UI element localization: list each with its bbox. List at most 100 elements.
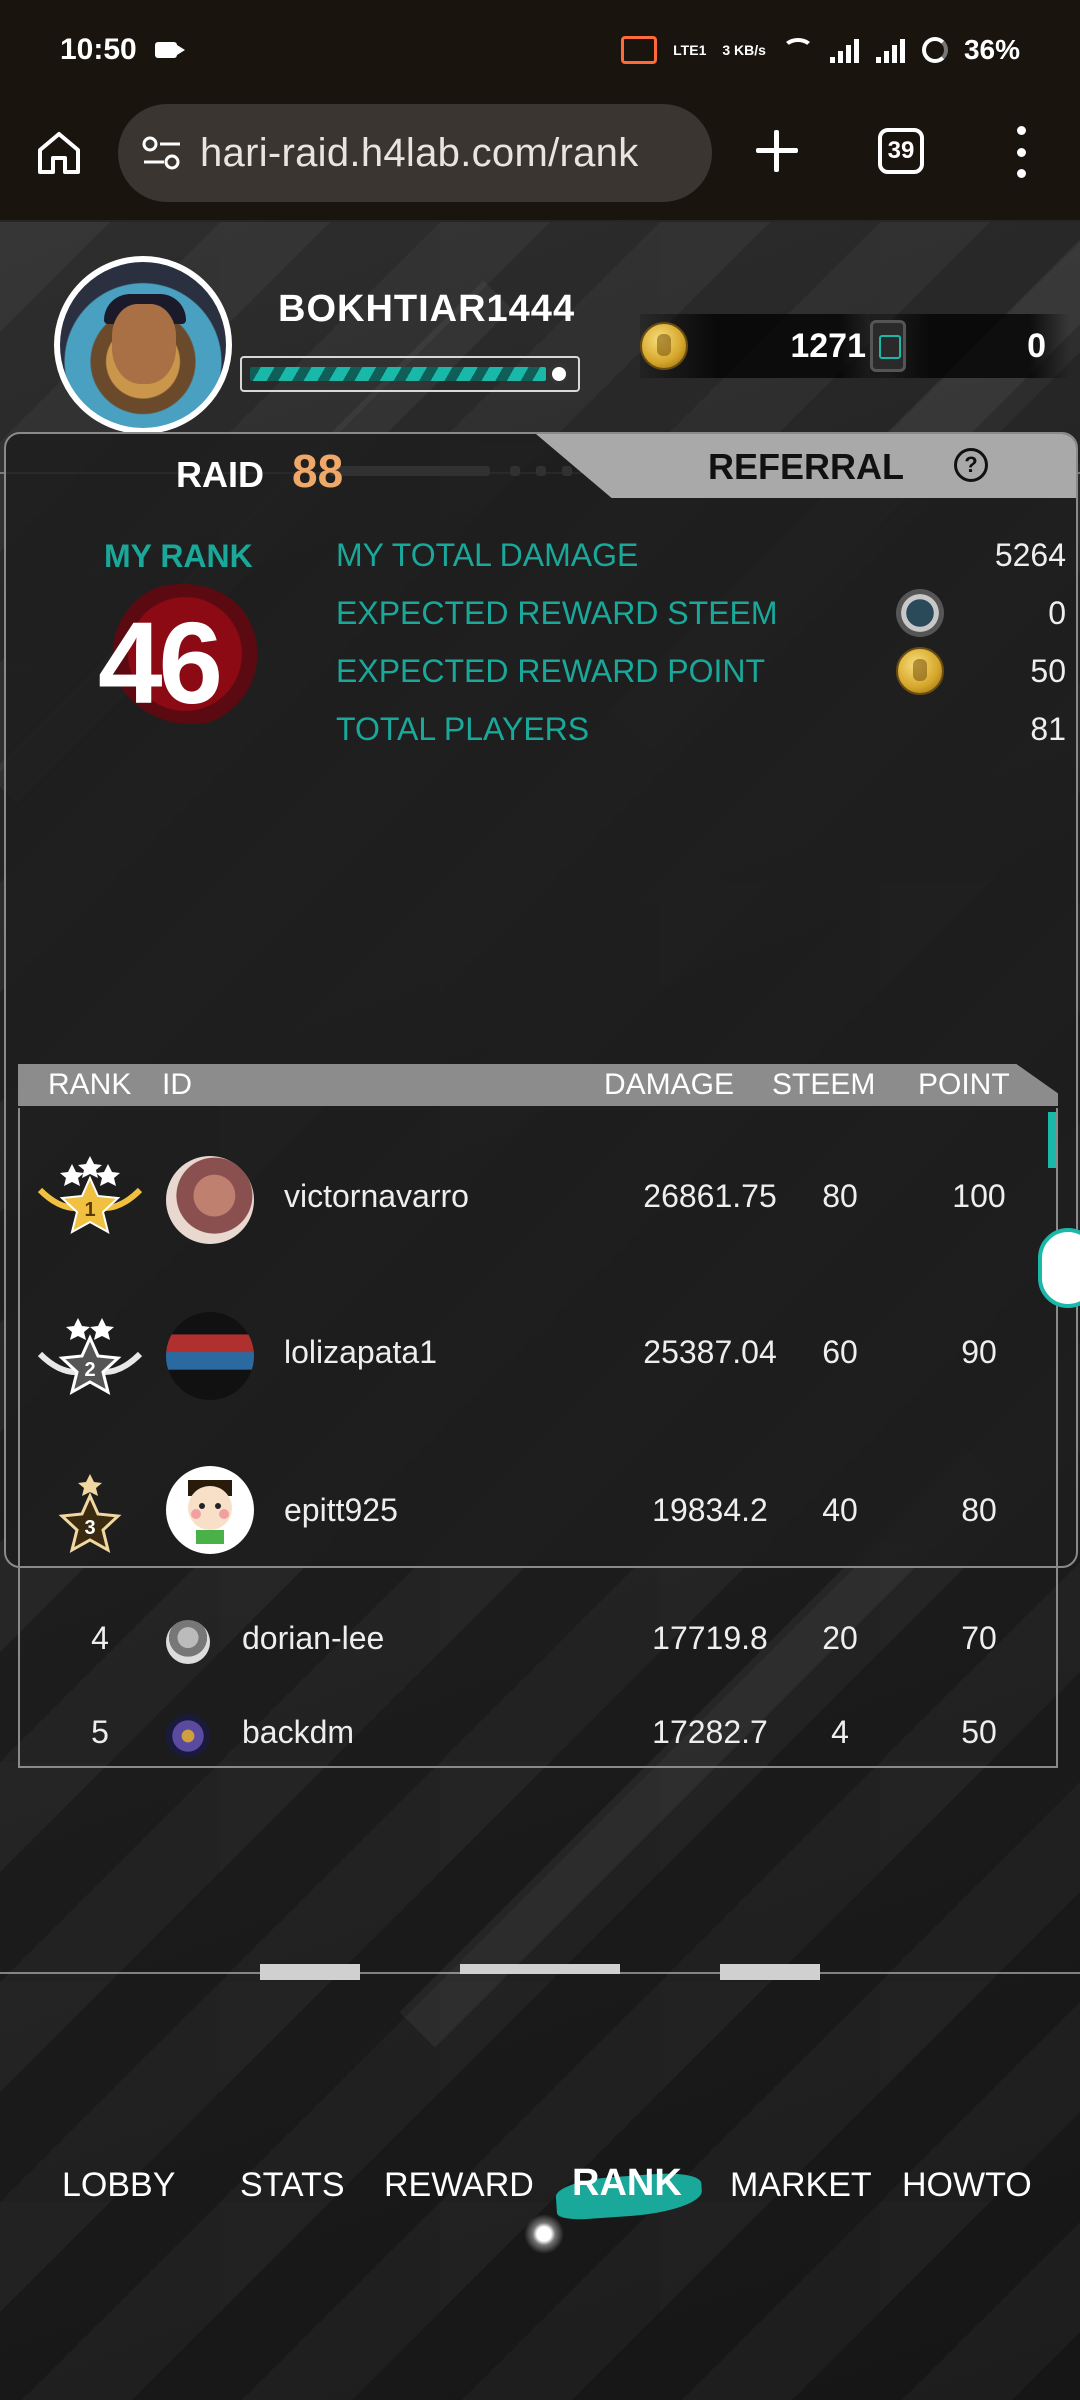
nav-stats[interactable]: STATS	[240, 2166, 345, 2205]
site-settings-icon[interactable]	[140, 135, 184, 171]
player-damage: 26861.75	[643, 1178, 777, 1214]
steem-icon	[896, 589, 944, 637]
player-point: 100	[952, 1178, 1006, 1214]
new-tab-icon[interactable]	[752, 126, 802, 176]
leaderboard-header: RANK ID DAMAGE STEEM POINT	[18, 1064, 1058, 1106]
player-avatar-small[interactable]	[166, 1466, 254, 1554]
player-avatar[interactable]	[54, 256, 232, 434]
leaderboard-table[interactable]: 1 victornavarro 26861.75 80 100 2 loliza…	[18, 1108, 1058, 1768]
mascot-icon[interactable]	[1038, 1228, 1080, 1308]
ticket-count: 0	[1027, 326, 1046, 365]
network-type: LTE1	[673, 42, 707, 58]
signal-icon	[829, 37, 860, 63]
player-damage: 17719.8	[652, 1620, 768, 1656]
player-damage: 25387.04	[643, 1334, 777, 1370]
status-icons: LTE1 3 KB/s 36%	[621, 34, 1020, 66]
clock: 10:50	[60, 33, 137, 66]
nav-rank[interactable]: RANK	[572, 2162, 682, 2205]
col-steem: STEEM	[772, 1068, 876, 1101]
player-id[interactable]: epitt925	[284, 1492, 398, 1529]
more-menu-icon[interactable]	[1006, 126, 1036, 178]
help-icon[interactable]: ?	[954, 448, 988, 482]
stat-label: MY TOTAL DAMAGE	[336, 536, 639, 573]
player-avatar-small[interactable]	[166, 1312, 254, 1400]
raid-number: 88	[292, 445, 344, 497]
player-steem: 20	[822, 1620, 858, 1656]
home-icon[interactable]	[34, 128, 84, 178]
browser-toolbar: hari-raid.h4lab.com/rank 39	[0, 100, 1080, 222]
col-point: POINT	[918, 1068, 1010, 1101]
rank-number: 4	[91, 1620, 109, 1656]
stat-reward-point: EXPECTED REWARD POINT 50	[336, 646, 1066, 696]
tab-raid-label: RAID	[176, 454, 264, 495]
network-speed: 3 KB/s	[722, 42, 766, 58]
player-id[interactable]: lolizapata1	[284, 1334, 437, 1371]
player-username: BOKHTIAR1444	[278, 288, 576, 330]
nav-market[interactable]: MARKET	[730, 2166, 872, 2205]
tab-raid[interactable]: RAID 88	[176, 444, 343, 498]
stat-label: TOTAL PLAYERS	[336, 710, 590, 747]
player-id[interactable]: dorian-lee	[242, 1620, 384, 1657]
nav-reward[interactable]: REWARD	[384, 2166, 534, 2205]
nav-howto[interactable]: HOWTO	[902, 2166, 1032, 2205]
address-bar[interactable]: hari-raid.h4lab.com/rank	[118, 104, 712, 202]
coin-icon	[896, 647, 944, 695]
table-row[interactable]: 4 dorian-lee 17719.8 20 70	[20, 1608, 1056, 1678]
tab-referral-label: REFERRAL	[708, 446, 904, 487]
battery-percent: 36%	[963, 34, 1020, 65]
cast-icon	[621, 36, 658, 64]
xp-bar-knob	[548, 363, 570, 385]
url-text[interactable]: hari-raid.h4lab.com/rank	[200, 131, 639, 176]
player-steem: 40	[822, 1492, 858, 1528]
bottom-nav: LOBBY STATS REWARD RANK MARKET HOWTO	[0, 2162, 1080, 2230]
player-damage: 19834.2	[652, 1492, 768, 1528]
player-id[interactable]: victornavarro	[284, 1178, 469, 1215]
table-row[interactable]: 5 backdm 17282.7 4 50	[20, 1700, 1056, 1760]
svg-text:1: 1	[84, 1199, 95, 1221]
my-rank-value: 46	[98, 598, 223, 728]
coin-icon	[640, 322, 688, 370]
player-damage: 17282.7	[652, 1714, 768, 1750]
coin-count: 1271	[790, 326, 866, 365]
nav-lobby[interactable]: LOBBY	[62, 2166, 175, 2205]
ticket-balance: 0	[870, 314, 1070, 378]
player-steem: 60	[822, 1334, 858, 1370]
stat-label: EXPECTED REWARD POINT	[336, 652, 766, 689]
player-avatar-small[interactable]	[166, 1156, 254, 1244]
coin-balance: 1271	[640, 314, 890, 378]
tab-referral[interactable]: REFERRAL ?	[536, 434, 1076, 498]
player-steem: 80	[822, 1178, 858, 1214]
svg-text:2: 2	[84, 1359, 95, 1381]
player-point: 70	[961, 1620, 997, 1656]
table-row[interactable]: 3 epitt925 19834.2 40 80	[20, 1452, 1056, 1572]
stat-value: 0	[1048, 594, 1066, 631]
stat-value: 5264	[994, 536, 1066, 573]
footer-ornament	[460, 1964, 620, 1974]
col-id: ID	[162, 1068, 192, 1101]
player-avatar-small[interactable]	[166, 1620, 210, 1664]
rank-number: 5	[91, 1714, 109, 1750]
player-steem: 4	[831, 1714, 849, 1750]
video-record-icon	[154, 42, 185, 58]
gold-medal-icon: 1	[37, 1156, 143, 1234]
tab-switcher-button[interactable]: 39	[878, 128, 924, 174]
signal-icon-2	[875, 37, 906, 63]
stat-value: 81	[1030, 710, 1066, 747]
player-id[interactable]: backdm	[242, 1714, 354, 1751]
footer-ornament	[260, 1964, 360, 1980]
battery-icon	[921, 37, 948, 63]
player-point: 50	[961, 1714, 997, 1750]
xp-bar-fill	[250, 367, 546, 381]
player-point: 80	[961, 1492, 997, 1528]
silver-medal-icon: 2	[37, 1318, 143, 1395]
stat-label: EXPECTED REWARD STEEM	[336, 594, 778, 631]
footer-ornament	[720, 1964, 820, 1980]
svg-text:3: 3	[84, 1517, 95, 1539]
player-avatar-small[interactable]	[166, 1714, 210, 1758]
table-row[interactable]: 1 victornavarro 26861.75 80 100	[20, 1138, 1056, 1258]
stat-total-players: TOTAL PLAYERS 81	[336, 704, 1066, 754]
stat-total-damage: MY TOTAL DAMAGE 5264	[336, 530, 1066, 580]
wifi-icon	[781, 38, 814, 62]
game-screen: BOKHTIAR1444 1271 0 RAID 88 REFERRAL ? M…	[0, 222, 1080, 2400]
table-row[interactable]: 2 lolizapata1 25387.04 60 90	[20, 1294, 1056, 1414]
